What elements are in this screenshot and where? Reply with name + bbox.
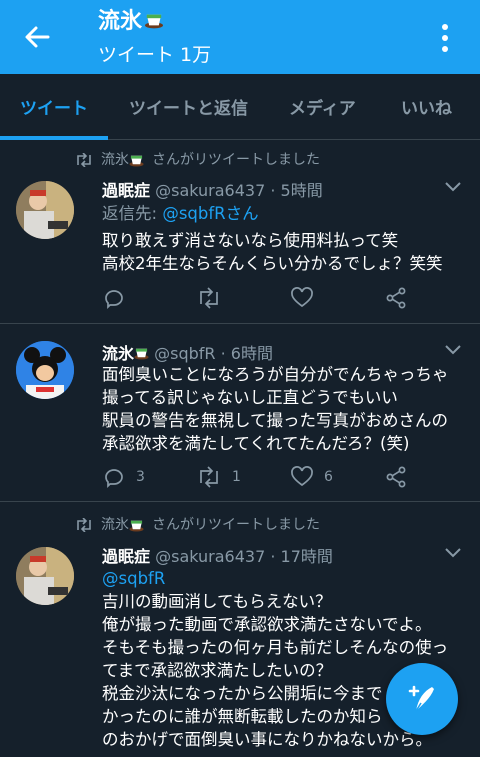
tab-likes[interactable]: いいね xyxy=(401,94,452,119)
tweet-1[interactable]: 流氷 さんがリツイートしました 過眠症 @sakura6437 · 5時間 返信先… xyxy=(0,141,480,324)
retweet-icon xyxy=(77,152,91,168)
share-button[interactable] xyxy=(384,286,408,310)
tab-tweets-and-replies[interactable]: ツイートと返信 xyxy=(129,94,248,119)
active-tab-indicator xyxy=(0,136,108,140)
retweet-button[interactable] xyxy=(196,286,222,310)
reply-count: 3 xyxy=(136,469,145,485)
reply-to-mention[interactable]: @sqbfRさん xyxy=(162,204,258,223)
avatar[interactable] xyxy=(16,547,74,605)
retweeted-by-row: 流氷 さんがリツイートしました xyxy=(75,514,320,534)
compose-icon xyxy=(408,685,434,712)
author-name[interactable]: 流氷 xyxy=(102,344,134,363)
retweeter-name: 流氷 xyxy=(101,517,129,533)
profile-name: 流氷 xyxy=(98,9,143,34)
reply-button[interactable] xyxy=(102,286,126,310)
tea-emoji-icon xyxy=(129,155,144,167)
retweeted-label: さんがリツイートしました xyxy=(152,152,320,168)
retweet-icon xyxy=(200,287,218,309)
author-name[interactable]: 過眠症 xyxy=(102,181,150,200)
like-icon xyxy=(291,287,313,308)
tea-emoji-icon xyxy=(134,348,149,360)
author-name[interactable]: 過眠症 xyxy=(102,547,150,566)
tweet-header: 流氷 @sqbfR · 6時間 xyxy=(102,340,273,364)
chevron-down-icon[interactable] xyxy=(444,344,462,356)
app-bar: 流氷 ツイート 1万 xyxy=(0,0,480,74)
retweet-button[interactable]: 1 xyxy=(196,465,241,489)
mention-line: @sqbfR xyxy=(102,567,472,590)
share-icon xyxy=(386,287,406,309)
retweet-icon xyxy=(200,466,218,488)
author-handle-time: @sqbfR · 6時間 xyxy=(154,344,273,363)
compose-tweet-button[interactable] xyxy=(386,663,458,735)
tweet-header: 過眠症 @sakura6437 · 17時間 xyxy=(102,543,333,567)
reply-icon xyxy=(105,469,123,489)
tweet-actions: 3 1 6 xyxy=(102,465,432,489)
tab-media[interactable]: メディア xyxy=(289,94,356,119)
profile-tabs: ツイート ツイートと返信 メディア いいね xyxy=(0,74,480,140)
like-button[interactable] xyxy=(290,286,314,310)
chevron-down-icon[interactable] xyxy=(444,547,462,559)
tab-tweets[interactable]: ツイート xyxy=(20,94,88,119)
tea-emoji-icon xyxy=(129,520,144,532)
share-icon xyxy=(386,466,406,488)
tweet-text: 面倒臭いことになろうが自分がでんちゃっちゃ 撮ってる訳じゃないし正直どうでもいい… xyxy=(102,365,449,453)
reply-icon xyxy=(105,290,123,310)
avatar[interactable] xyxy=(16,341,74,399)
like-count: 6 xyxy=(324,469,333,485)
author-handle-time: @sakura6437 · 17時間 xyxy=(155,547,333,566)
reply-button[interactable]: 3 xyxy=(102,465,145,489)
chevron-down-icon[interactable] xyxy=(444,181,462,193)
retweet-icon xyxy=(77,517,91,533)
reply-to-prefix: 返信先: xyxy=(102,204,163,223)
retweeter-name: 流氷 xyxy=(101,152,129,168)
tweet-actions xyxy=(102,286,432,310)
kebab-menu-icon[interactable] xyxy=(432,22,458,54)
share-button[interactable] xyxy=(384,465,408,489)
tea-emoji-icon xyxy=(145,14,164,29)
mention-link[interactable]: @sqbfR xyxy=(102,569,165,588)
like-icon xyxy=(291,466,313,487)
retweet-count: 1 xyxy=(232,469,241,485)
author-handle-time: @sakura6437 · 5時間 xyxy=(155,181,323,200)
like-button[interactable]: 6 xyxy=(290,465,333,489)
tweet-header: 過眠症 @sakura6437 · 5時間 xyxy=(102,177,323,201)
avatar[interactable] xyxy=(16,181,74,239)
back-arrow-icon[interactable] xyxy=(22,22,52,52)
profile-title: 流氷 xyxy=(98,8,164,36)
tweet-count: ツイート 1万 xyxy=(98,44,212,66)
reply-to-line: 返信先: @sqbfRさん xyxy=(102,202,472,225)
retweeted-label: さんがリツイートしました xyxy=(152,517,320,533)
tweet-2[interactable]: 流氷 @sqbfR · 6時間 面倒臭いことになろうが自分がでんちゃっちゃ 撮っ… xyxy=(0,325,480,502)
tweet-text: 取り敢えず消さないなら使用料払って笑 高校2年生ならそんくらい分かるでしょ？笑笑 xyxy=(102,231,443,273)
retweeted-by-row: 流氷 さんがリツイートしました xyxy=(75,149,320,169)
